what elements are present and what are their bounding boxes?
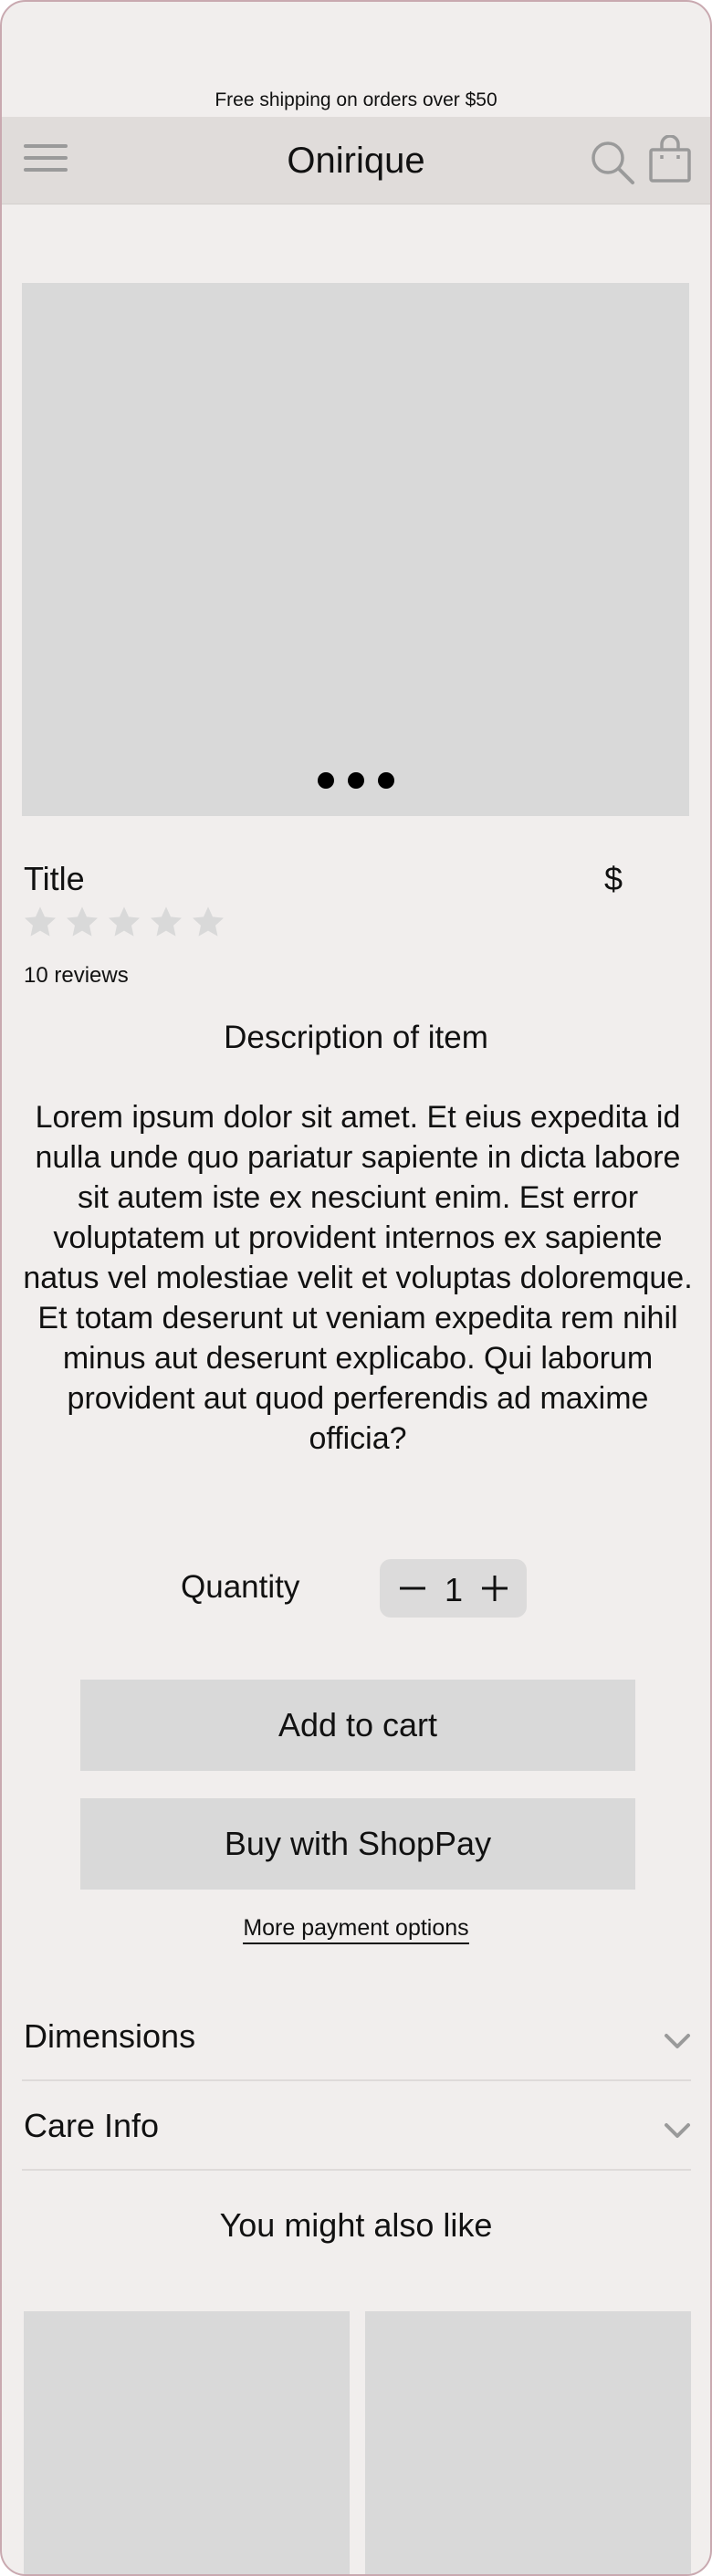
hamburger-menu-icon	[24, 144, 68, 172]
quantity-value[interactable]: 1	[440, 1571, 467, 1609]
plus-icon	[482, 1576, 508, 1601]
star-icon	[193, 906, 224, 937]
more-payment-options-link[interactable]: More payment options	[243, 1915, 469, 1944]
recommended-product-card[interactable]	[24, 2311, 350, 2574]
increase-quantity-button[interactable]	[480, 1574, 509, 1603]
star-icon	[25, 906, 56, 937]
recommended-product-card[interactable]	[365, 2311, 691, 2574]
add-to-cart-button[interactable]: Add to cart	[80, 1680, 635, 1771]
search-button[interactable]	[589, 139, 636, 186]
carousel-dot[interactable]	[377, 772, 394, 789]
shopping-bag-icon	[649, 134, 691, 183]
description-body: Lorem ipsum dolor sit amet. Et eius expe…	[23, 1100, 693, 1456]
quantity-stepper: 1	[380, 1559, 527, 1618]
description-heading: Description of item	[224, 1020, 488, 1055]
reviews-link[interactable]: 10 reviews	[24, 963, 129, 989]
quantity-label: Quantity	[181, 1569, 300, 1605]
minus-icon	[400, 1586, 425, 1590]
carousel-dot[interactable]	[347, 772, 364, 789]
phone-frame: Free shipping on orders over $50 Oniriqu…	[0, 0, 712, 2576]
decrease-quantity-button[interactable]	[398, 1574, 427, 1603]
search-icon	[592, 141, 634, 184]
shoppay-button[interactable]: Buy with ShopPay	[80, 1798, 635, 1890]
menu-button[interactable]	[24, 144, 68, 177]
recommendations-heading: You might also like	[219, 2206, 493, 2244]
star-rating	[22, 904, 226, 940]
chevron-down-icon	[665, 2034, 690, 2048]
product-image-carousel[interactable]	[22, 283, 689, 816]
star-icon	[67, 906, 98, 937]
carousel-dot[interactable]	[317, 772, 334, 789]
accordion-dimensions[interactable]: Dimensions	[22, 1992, 691, 2081]
carousel-dots	[22, 772, 689, 789]
chevron-down-icon	[665, 2123, 690, 2138]
star-icon	[109, 906, 140, 937]
product-price: $	[604, 860, 623, 897]
product-title: Title	[24, 860, 85, 897]
accordion-label: Dimensions	[24, 2017, 196, 2055]
accordion-label: Care Info	[24, 2107, 160, 2144]
more-payment-options: More payment options	[2, 1915, 710, 1944]
announcement-bar: Free shipping on orders over $50	[215, 89, 497, 110]
star-icon	[151, 906, 182, 937]
site-header: Onirique	[2, 117, 710, 204]
accordion-care-info[interactable]: Care Info	[22, 2081, 691, 2171]
cart-button[interactable]	[647, 134, 693, 184]
